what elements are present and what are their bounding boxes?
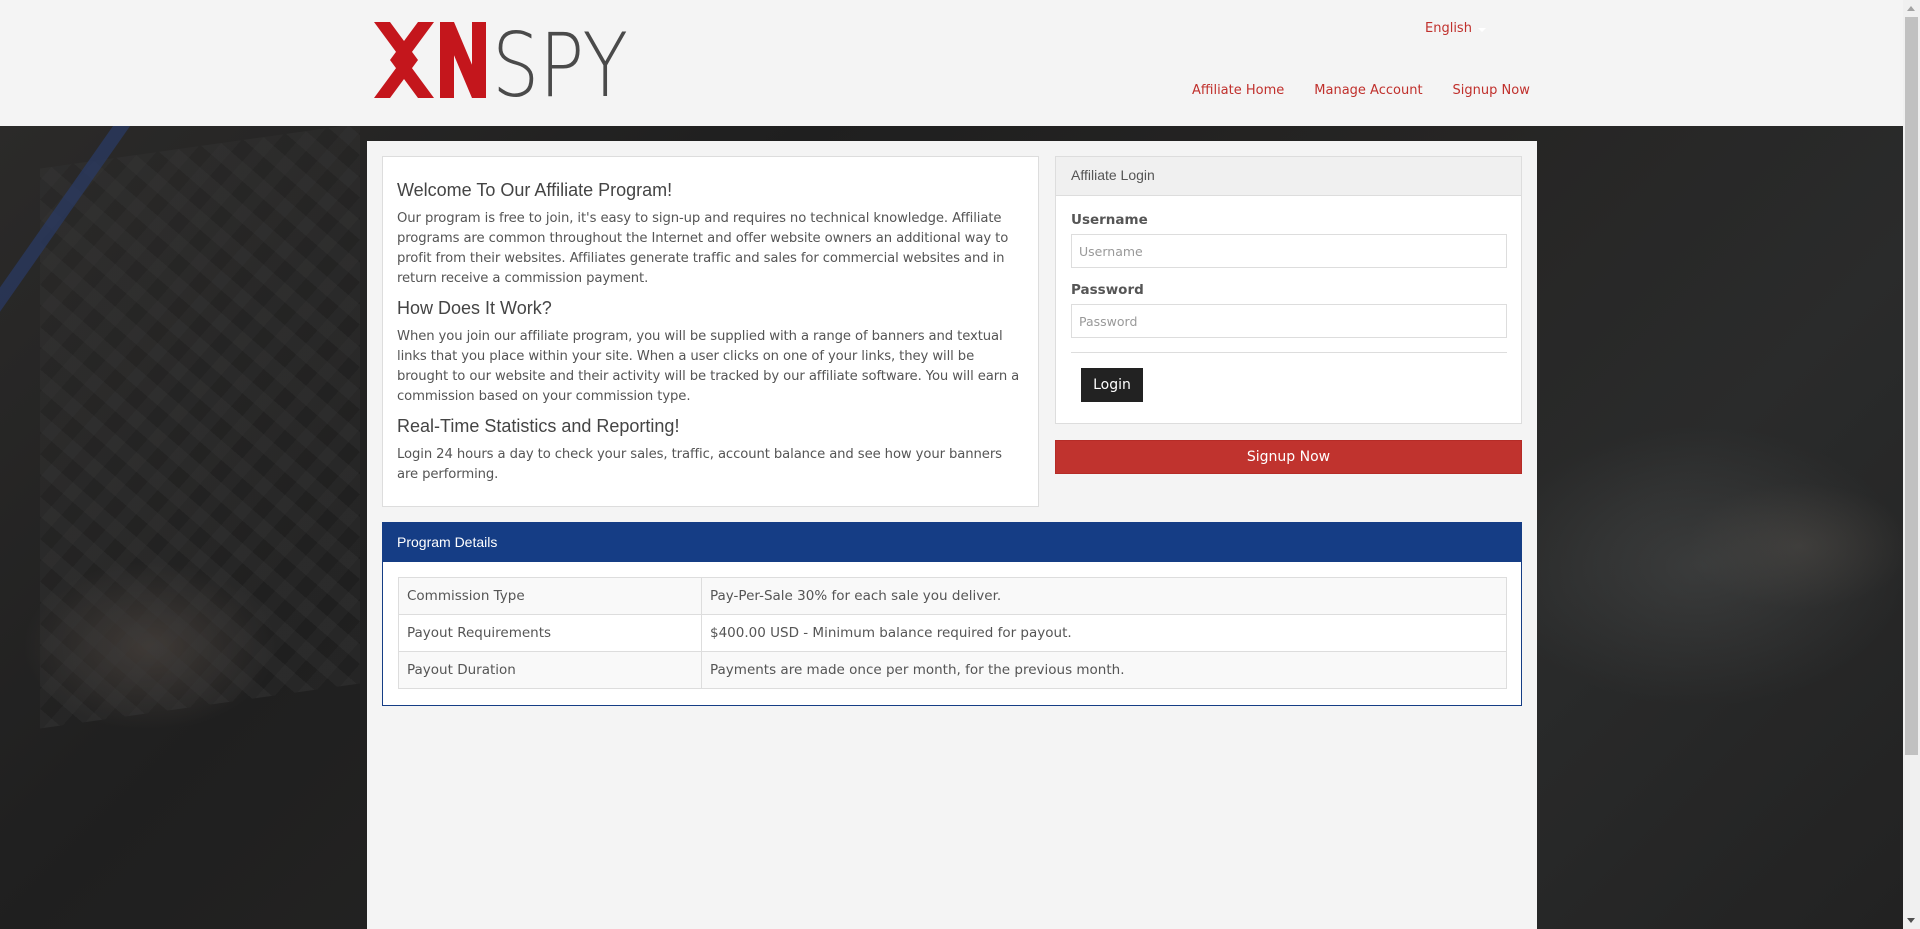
logo-text-spy: SPY [492, 22, 628, 98]
site-header: SPY English Affiliate Home Manage Accoun… [0, 0, 1903, 126]
scrollbar-thumb[interactable] [1905, 17, 1918, 755]
top-nav: Affiliate Home Manage Account Signup Now [1192, 83, 1530, 98]
row-value: Pay-Per-Sale 30% for each sale you deliv… [701, 577, 1507, 615]
main-container: Welcome To Our Affiliate Program! Our pr… [367, 141, 1537, 929]
program-details-title: Program Details [383, 523, 1521, 562]
caret-down-icon [1477, 27, 1486, 32]
nav-affiliate-home[interactable]: Affiliate Home [1192, 83, 1284, 98]
page-scrollbar[interactable] [1903, 0, 1920, 929]
language-dropdown[interactable]: English [1425, 21, 1486, 36]
login-form: Username Password Login [1056, 196, 1521, 402]
statistics-heading: Real-Time Statistics and Reporting! [397, 416, 680, 436]
username-label: Username [1071, 212, 1148, 228]
statistics-text: Login 24 hours a day to check your sales… [397, 447, 1002, 482]
table-row: Payout Requirements $400.00 USD - Minimu… [398, 614, 1507, 652]
nav-signup-now[interactable]: Signup Now [1453, 83, 1530, 98]
affiliate-login-panel: Affiliate Login Username Password Login [1055, 156, 1522, 424]
program-details-panel: Program Details Commission Type Pay-Per-… [382, 522, 1522, 706]
login-button[interactable]: Login [1081, 368, 1143, 402]
keyboard-image-texture [40, 126, 360, 729]
table-row: Payout Duration Payments are made once p… [398, 651, 1507, 689]
username-input[interactable] [1071, 234, 1507, 268]
row-label: Payout Requirements [398, 614, 702, 652]
row-label: Commission Type [398, 577, 702, 615]
scroll-down-arrow-icon[interactable] [1907, 918, 1915, 923]
login-panel-title: Affiliate Login [1056, 157, 1521, 196]
form-divider [1071, 352, 1507, 353]
logo-mark: SPY [374, 22, 628, 98]
welcome-panel: Welcome To Our Affiliate Program! Our pr… [382, 156, 1039, 507]
signup-now-button[interactable]: Signup Now [1055, 440, 1522, 474]
xnspy-logo[interactable]: SPY [374, 22, 630, 98]
password-input[interactable] [1071, 304, 1507, 338]
scroll-up-arrow-icon[interactable] [1907, 6, 1915, 11]
row-value: Payments are made once per month, for th… [701, 651, 1507, 689]
how-it-works-text: When you join our affiliate program, you… [397, 329, 1020, 404]
program-details-table: Commission Type Pay-Per-Sale 30% for eac… [398, 577, 1507, 689]
welcome-heading: Welcome To Our Affiliate Program! [397, 180, 673, 200]
language-selected: English [1425, 21, 1472, 36]
password-label: Password [1071, 282, 1144, 298]
welcome-text: Our program is free to join, it's easy t… [397, 211, 1009, 286]
row-label: Payout Duration [398, 651, 702, 689]
row-value: $400.00 USD - Minimum balance required f… [701, 614, 1507, 652]
how-it-works-heading: How Does It Work? [397, 298, 552, 318]
nav-manage-account[interactable]: Manage Account [1314, 83, 1422, 98]
table-row: Commission Type Pay-Per-Sale 30% for eac… [398, 577, 1507, 615]
